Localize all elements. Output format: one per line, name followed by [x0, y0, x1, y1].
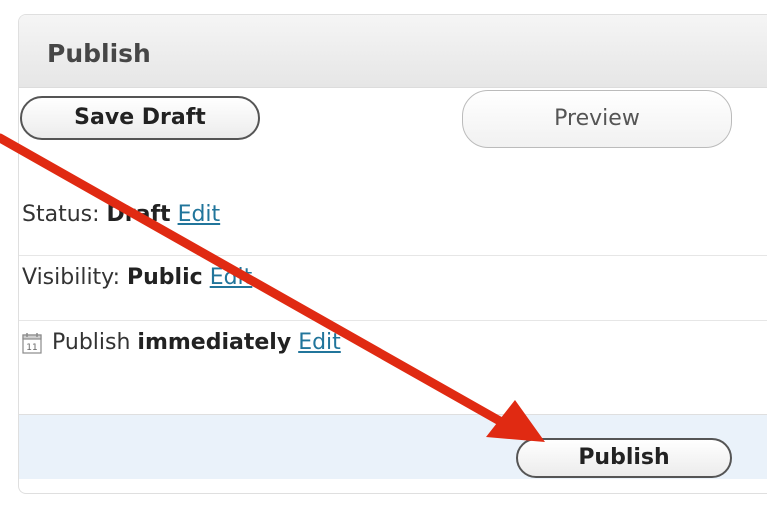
schedule-edit-link[interactable]: Edit [298, 330, 341, 355]
status-value: Draft [106, 202, 171, 227]
schedule-label: Publish [52, 330, 131, 355]
status-edit-link[interactable]: Edit [178, 202, 221, 227]
visibility-row: Visibility: Public Edit [22, 265, 252, 290]
divider [19, 255, 767, 256]
calendar-icon: 11 [22, 332, 42, 354]
divider [19, 320, 767, 321]
schedule-value: immediately [137, 330, 292, 355]
preview-button[interactable]: Preview [462, 90, 732, 148]
publish-button[interactable]: Publish [516, 438, 732, 478]
visibility-label: Visibility: [22, 265, 121, 290]
visibility-edit-link[interactable]: Edit [210, 265, 253, 290]
status-row: Status: Draft Edit [22, 202, 220, 227]
schedule-row: 11 Publish immediately Edit [22, 330, 341, 355]
calendar-day: 11 [26, 343, 37, 353]
save-draft-button[interactable]: Save Draft [20, 96, 260, 140]
status-label: Status: [22, 202, 100, 227]
box-title: Publish [47, 39, 151, 68]
visibility-value: Public [127, 265, 203, 290]
publish-box-header: Publish [19, 15, 767, 88]
screenshot-stage: Publish Save Draft Preview Status: Draft… [0, 0, 767, 529]
